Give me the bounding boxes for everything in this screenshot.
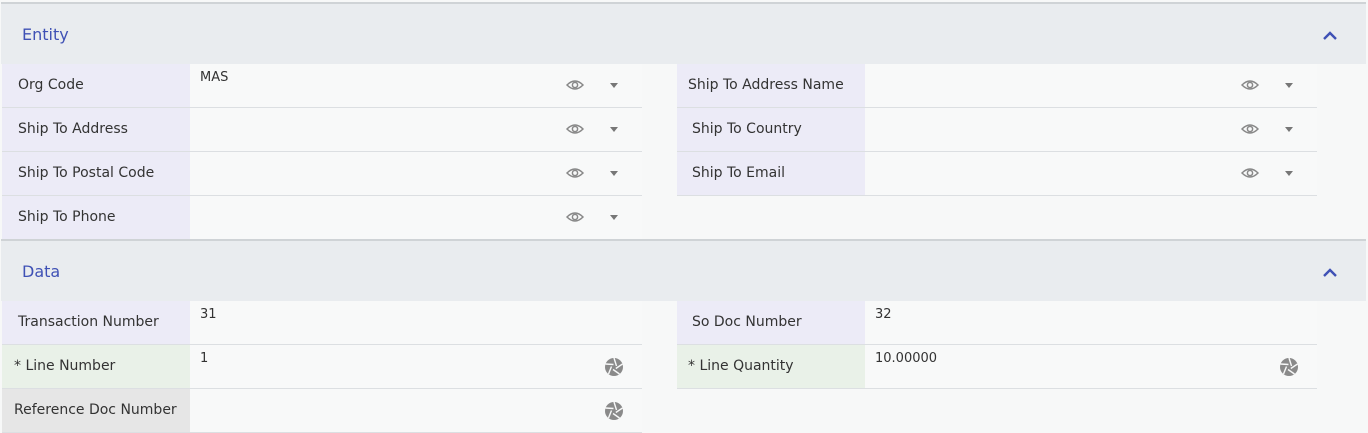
ship-to-address-name-label: Ship To Address Name (677, 64, 865, 107)
caret-down-icon[interactable] (610, 215, 618, 220)
ship-to-email-input[interactable] (865, 152, 1317, 195)
chevron-up-icon[interactable] (1320, 26, 1340, 46)
caret-down-icon[interactable] (610, 171, 618, 176)
aperture-icon[interactable] (1279, 357, 1299, 377)
line-quantity-value: 10.00000 (875, 351, 938, 366)
reference-doc-number-input[interactable] (190, 389, 642, 432)
transaction-number-label: Transaction Number (2, 301, 190, 344)
ship-to-country-label: Ship To Country (677, 108, 865, 151)
field-so-doc-number: So Doc Number 32 (677, 301, 1317, 345)
org-code-value: MAS (200, 70, 229, 85)
field-transaction-number: Transaction Number 31 (2, 301, 642, 345)
field-ship-to-email: Ship To Email (677, 152, 1317, 196)
data-section-title: Data (22, 262, 61, 281)
line-quantity-input[interactable]: 10.00000 (865, 345, 1317, 388)
field-ship-to-country: Ship To Country (677, 108, 1317, 152)
ship-to-postal-code-input[interactable] (190, 152, 642, 195)
eye-icon[interactable] (566, 122, 584, 136)
org-code-input[interactable]: MAS (190, 64, 642, 107)
caret-down-icon[interactable] (610, 127, 618, 132)
ship-to-postal-code-label: Ship To Postal Code (2, 152, 190, 195)
transaction-number-input[interactable]: 31 (190, 301, 642, 344)
entity-section: Entity Org Code MAS Ship To Address Name (1, 2, 1366, 240)
line-quantity-label: * Line Quantity (677, 345, 865, 388)
chevron-up-icon[interactable] (1320, 263, 1340, 283)
data-section: Data Transaction Number 31 So Doc Number… (1, 239, 1366, 433)
ship-to-address-input[interactable] (190, 108, 642, 151)
entity-section-header[interactable]: Entity (1, 2, 1366, 64)
ship-to-country-input[interactable] (865, 108, 1317, 151)
ship-to-phone-label: Ship To Phone (2, 196, 190, 239)
ship-to-email-label: Ship To Email (677, 152, 865, 195)
line-number-input[interactable]: 1 (190, 345, 642, 388)
eye-icon[interactable] (1241, 166, 1259, 180)
field-line-quantity: * Line Quantity 10.00000 (677, 345, 1317, 389)
caret-down-icon[interactable] (1285, 171, 1293, 176)
aperture-icon[interactable] (604, 401, 624, 421)
ship-to-phone-input[interactable] (190, 196, 642, 239)
field-ship-to-postal-code: Ship To Postal Code (2, 152, 642, 196)
ship-to-address-label: Ship To Address (2, 108, 190, 151)
so-doc-number-label: So Doc Number (677, 301, 865, 344)
aperture-icon[interactable] (604, 357, 624, 377)
eye-icon[interactable] (566, 78, 584, 92)
form-page: Entity Org Code MAS Ship To Address Name (0, 0, 1368, 433)
field-line-number: * Line Number 1 (2, 345, 642, 389)
ship-to-address-name-input[interactable] (865, 64, 1317, 107)
line-number-value: 1 (200, 351, 209, 366)
eye-icon[interactable] (1241, 78, 1259, 92)
field-ship-to-address: Ship To Address (2, 108, 642, 152)
data-section-header[interactable]: Data (1, 239, 1366, 301)
so-doc-number-input[interactable]: 32 (865, 301, 1317, 344)
field-ship-to-phone: Ship To Phone (2, 196, 642, 239)
reference-doc-number-label: Reference Doc Number (2, 389, 190, 432)
so-doc-number-value: 32 (875, 307, 892, 322)
eye-icon[interactable] (1241, 122, 1259, 136)
field-org-code: Org Code MAS (2, 64, 642, 108)
transaction-number-value: 31 (200, 307, 217, 322)
eye-icon[interactable] (566, 166, 584, 180)
caret-down-icon[interactable] (610, 83, 618, 88)
caret-down-icon[interactable] (1285, 83, 1293, 88)
caret-down-icon[interactable] (1285, 127, 1293, 132)
org-code-label: Org Code (2, 64, 190, 107)
field-ship-to-address-name: Ship To Address Name (677, 64, 1317, 108)
entity-section-title: Entity (22, 25, 69, 44)
line-number-label: * Line Number (2, 345, 190, 388)
field-reference-doc-number: Reference Doc Number (2, 389, 642, 433)
eye-icon[interactable] (566, 210, 584, 224)
